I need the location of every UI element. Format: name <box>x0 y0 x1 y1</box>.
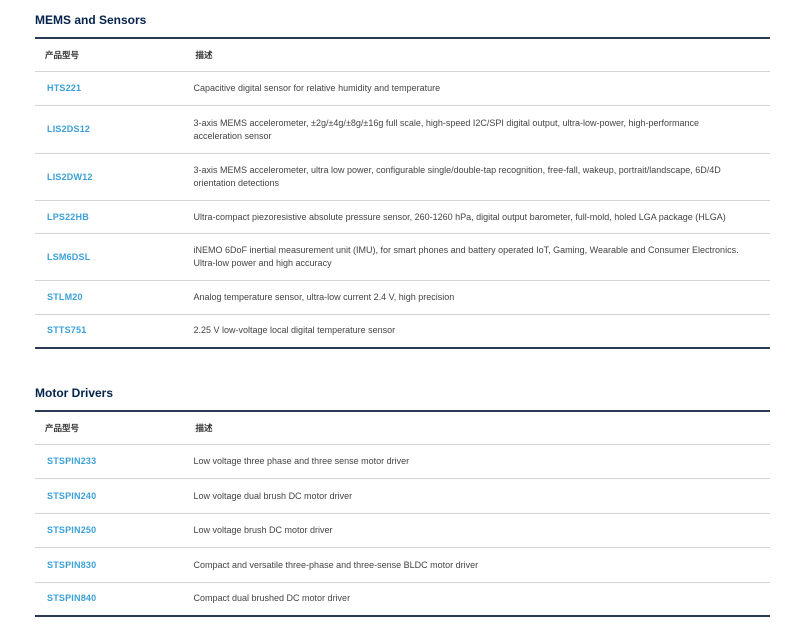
column-header-part: 产品型号 <box>35 411 185 445</box>
part-description: 3-axis MEMS accelerometer, ultra low pow… <box>184 153 770 201</box>
table-header-row: 产品型号 描述 <box>35 411 770 445</box>
part-description: Capacitive digital sensor for relative h… <box>184 71 770 106</box>
section-title: Motor Drivers <box>35 386 114 400</box>
table-row: STSPIN233 Low voltage three phase and th… <box>35 444 770 479</box>
part-link[interactable]: STSPIN250 <box>47 525 96 535</box>
product-table: 产品型号 描述 HTS221 Capacitive digital sensor… <box>35 37 770 349</box>
table-row: LPS22HB Ultra-compact piezoresistive abs… <box>35 200 770 234</box>
part-description: Analog temperature sensor, ultra-low cur… <box>184 280 770 315</box>
part-description: iNEMO 6DoF inertial measurement unit (IM… <box>184 233 770 281</box>
table-row: STSPIN240 Low voltage dual brush DC moto… <box>35 478 770 514</box>
table-row: STSPIN250 Low voltage brush DC motor dri… <box>35 513 770 548</box>
table-row: STTS751 2.25 V low-voltage local digital… <box>35 314 770 348</box>
part-description: Low voltage brush DC motor driver <box>184 513 770 548</box>
part-link[interactable]: STTS751 <box>47 325 86 335</box>
part-link[interactable]: STSPIN840 <box>47 593 96 603</box>
part-description: Compact dual brushed DC motor driver <box>184 582 770 616</box>
part-link[interactable]: LIS2DW12 <box>47 172 93 182</box>
part-link[interactable]: STSPIN830 <box>47 560 96 570</box>
column-header-description: 描述 <box>184 411 770 445</box>
part-link[interactable]: STLM20 <box>47 292 83 302</box>
table-header-row: 产品型号 描述 <box>35 38 770 72</box>
part-description: Ultra-compact piezoresistive absolute pr… <box>184 200 770 234</box>
table-row: STSPIN840 Compact dual brushed DC motor … <box>35 582 770 616</box>
section-title: MEMS and Sensors <box>35 13 147 27</box>
table-row: STLM20 Analog temperature sensor, ultra-… <box>35 280 770 315</box>
table-row: HTS221 Capacitive digital sensor for rel… <box>35 71 770 106</box>
part-link[interactable]: STSPIN233 <box>47 456 96 466</box>
part-description: 2.25 V low-voltage local digital tempera… <box>184 314 770 348</box>
part-description: Compact and versatile three-phase and th… <box>184 547 770 583</box>
part-description: Low voltage three phase and three sense … <box>184 444 770 479</box>
table-row: LIS2DW12 3-axis MEMS accelerometer, ultr… <box>35 153 770 201</box>
table-row: STSPIN830 Compact and versatile three-ph… <box>35 547 770 583</box>
part-link[interactable]: LSM6DSL <box>47 252 90 262</box>
part-link[interactable]: STSPIN240 <box>47 491 96 501</box>
part-link[interactable]: LPS22HB <box>47 212 89 222</box>
table-row: LIS2DS12 3-axis MEMS accelerometer, ±2g/… <box>35 105 770 154</box>
column-header-part: 产品型号 <box>35 38 185 72</box>
part-description: Low voltage dual brush DC motor driver <box>184 478 770 514</box>
product-table: 产品型号 描述 STSPIN233 Low voltage three phas… <box>35 410 770 617</box>
table-row: LSM6DSL iNEMO 6DoF inertial measurement … <box>35 233 770 281</box>
column-header-description: 描述 <box>184 38 770 72</box>
part-description: 3-axis MEMS accelerometer, ±2g/±4g/±8g/±… <box>184 105 770 154</box>
part-link[interactable]: LIS2DS12 <box>47 124 90 134</box>
part-link[interactable]: HTS221 <box>47 83 81 93</box>
